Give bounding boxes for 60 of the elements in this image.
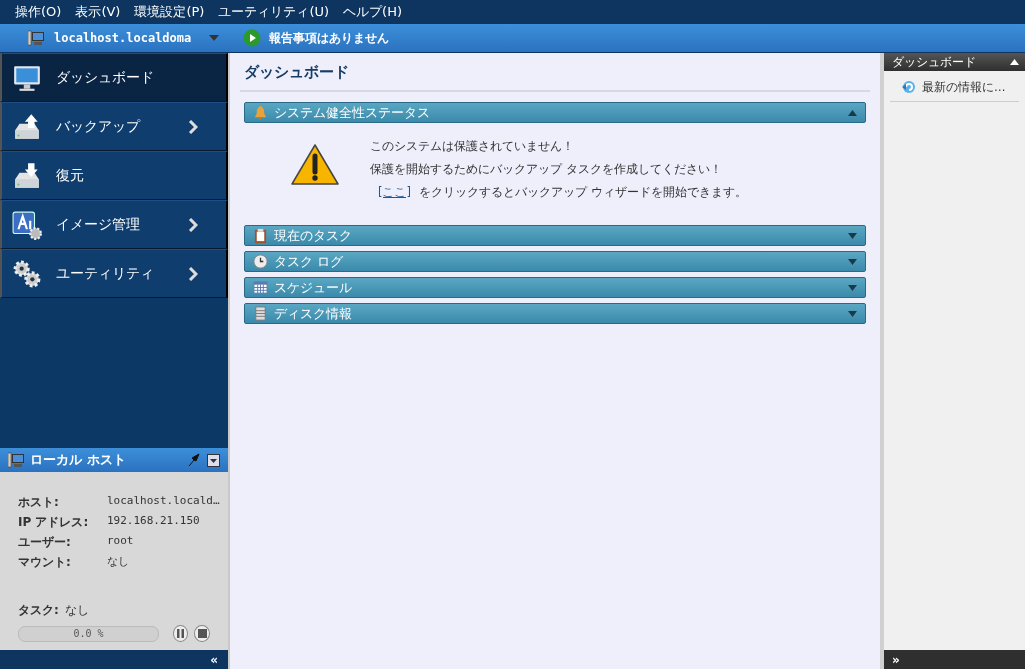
- triangle-up-icon[interactable]: [1010, 59, 1019, 65]
- drive-download-icon: [12, 160, 42, 191]
- dropdown-icon[interactable]: [207, 453, 220, 467]
- computer-icon: [28, 30, 44, 46]
- menu-item[interactable]: ヘルプ(H): [336, 3, 409, 21]
- triangle-down-icon: [848, 258, 857, 265]
- host-dropdown[interactable]: localhost.localdoma: [28, 30, 220, 46]
- progress-bar: 0.0 %: [18, 625, 159, 642]
- stop-button[interactable]: [194, 625, 210, 642]
- panel-title: ローカル ホスト: [30, 451, 127, 469]
- field-value: localhost.locald…: [107, 494, 220, 509]
- stop-icon: [197, 629, 207, 638]
- triangle-down-icon: [848, 310, 857, 317]
- message-text: このシステムは保護されていません！: [370, 138, 575, 155]
- pin-icon[interactable]: [187, 453, 201, 467]
- field-value: なし: [64, 602, 89, 619]
- wizard-link[interactable]: [ここ]: [378, 185, 411, 199]
- gears-icon: [12, 258, 42, 289]
- refresh-icon: [900, 79, 916, 95]
- play-icon: [243, 29, 262, 47]
- field-value: なし: [107, 554, 130, 570]
- sidebar-item[interactable]: バックアップ: [0, 102, 228, 151]
- warning-icon: [290, 143, 340, 187]
- field-label: ホスト:: [18, 494, 60, 511]
- clock-icon: [253, 254, 268, 269]
- pause-button[interactable]: [172, 625, 189, 642]
- sidebar-item[interactable]: ダッシュボード: [0, 53, 228, 102]
- status-text: 報告事項はありません: [269, 29, 390, 47]
- triangle-down-icon: [848, 232, 857, 239]
- panel-title: ダッシュボード: [892, 53, 977, 71]
- menu-item[interactable]: 操作(O): [8, 3, 69, 21]
- page-title: ダッシュボード: [240, 53, 870, 92]
- sidebar-item[interactable]: ユーティリティ: [0, 249, 228, 298]
- message-text: をクリックするとバックアップ ウィザードを開始できます。: [419, 185, 747, 199]
- sidebar-item[interactable]: イメージ管理: [0, 200, 228, 249]
- calendar-icon: [253, 280, 268, 295]
- computer-icon: [8, 452, 24, 468]
- caret-icon: [209, 35, 220, 41]
- field-value: 192.168.21.150: [107, 514, 201, 529]
- expand-button[interactable]: »: [892, 652, 900, 667]
- sidebar-item[interactable]: 復元: [0, 151, 228, 200]
- triangle-down-icon: [848, 284, 857, 291]
- image-gear-icon: [12, 209, 42, 240]
- pause-icon: [176, 629, 186, 638]
- drive-upload-icon: [12, 111, 42, 142]
- menu-item[interactable]: ユーティリティ(U): [211, 3, 337, 21]
- refresh-link[interactable]: 最新の情報に…: [890, 79, 1019, 102]
- field-label: マウント:: [18, 554, 72, 571]
- bell-icon: [253, 105, 268, 120]
- triangle-up-icon: [848, 109, 857, 116]
- field-label: タスク:: [18, 602, 59, 619]
- menu-item[interactable]: 環境設定(P): [127, 3, 212, 21]
- disk-stack-icon: [253, 306, 268, 321]
- field-label: ユーザー:: [18, 534, 72, 551]
- collapse-button[interactable]: «: [210, 652, 218, 667]
- message-text: 保護を開始するためにバックアップ タスクを作成してください！: [370, 161, 723, 178]
- field-value: root: [107, 534, 135, 549]
- menu-item[interactable]: 表示(V): [68, 3, 128, 21]
- clipboard-icon: [253, 228, 268, 243]
- field-label: IP アドレス:: [18, 514, 90, 531]
